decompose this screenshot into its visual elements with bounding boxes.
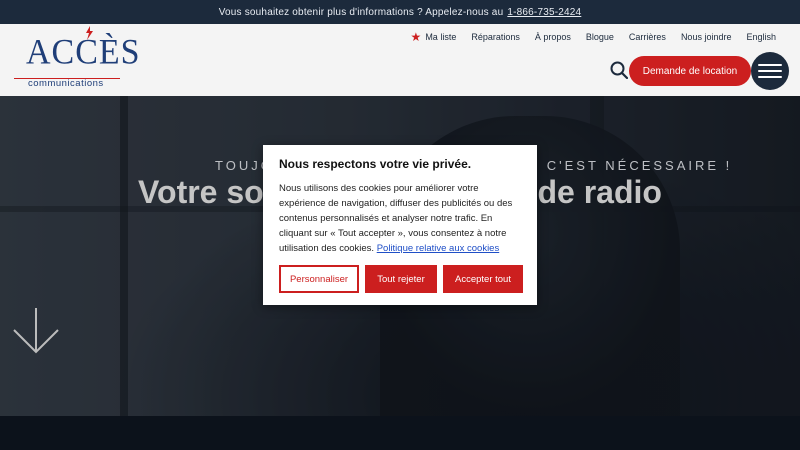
customize-button[interactable]: Personnaliser [279,265,359,293]
nav-careers[interactable]: Carrières [629,30,666,44]
site-header: ACCÈS communications ★ Ma liste Réparati… [0,24,800,96]
phone-link[interactable]: 1-866-735-2424 [507,7,581,18]
topbar-text: Vous souhaitez obtenir plus d'informatio… [218,6,504,18]
menu-icon[interactable] [751,52,789,90]
nav-my-list[interactable]: ★ Ma liste [411,30,457,44]
search-icon[interactable] [610,61,628,79]
reject-all-button[interactable]: Tout rejeter [365,265,437,293]
cookie-actions: Personnaliser Tout rejeter Accepter tout [279,265,523,293]
nav-label: Ma liste [425,32,457,42]
nav-contact[interactable]: Nous joindre [681,30,732,44]
cookie-body: Nous utilisons des cookies pour améliore… [279,181,521,256]
logo[interactable]: ACCÈS communications [14,26,140,92]
cookie-policy-link[interactable]: Politique relative aux cookies [377,243,500,254]
rental-request-button[interactable]: Demande de location [629,56,751,86]
nav-english[interactable]: English [746,30,776,44]
accept-all-button[interactable]: Accepter tout [443,265,523,293]
cookie-consent-dialog: Nous respectons votre vie privée. Nous u… [263,145,537,305]
logo-subtitle: communications [28,78,104,89]
logo-wordmark: ACCÈS [26,33,141,72]
nav-about[interactable]: À propos [535,30,571,44]
cookie-title: Nous respectons votre vie privée. [279,157,472,171]
top-nav: ★ Ma liste Réparations À propos Blogue C… [411,30,776,44]
star-icon: ★ [410,30,422,44]
nav-blog[interactable]: Blogue [586,30,614,44]
top-info-bar: Vous souhaitez obtenir plus d'informatio… [0,0,800,24]
nav-repairs[interactable]: Réparations [471,30,520,44]
